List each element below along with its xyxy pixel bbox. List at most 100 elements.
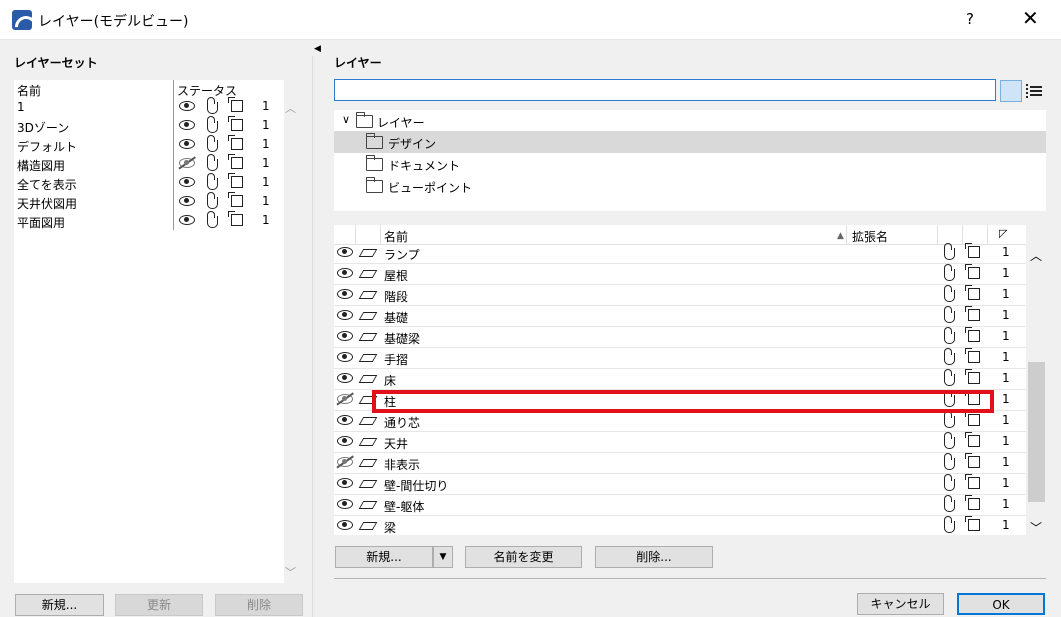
list-item[interactable]: 構造図用 1 [14,153,284,173]
wireframe-icon[interactable] [965,432,982,448]
eye-icon[interactable] [337,287,353,301]
lock-icon[interactable] [941,494,957,512]
lock-icon[interactable] [941,431,957,449]
lock-icon[interactable] [941,368,957,386]
scroll-up-icon[interactable]: ︿ [285,100,296,116]
collapse-arrow-icon[interactable]: ◀ [314,44,321,54]
wireframe-icon[interactable] [965,474,982,490]
list-item[interactable]: 天井伏図用 1 [14,191,284,211]
tree-root[interactable]: ∨ レイヤー [334,110,1046,132]
lock-icon[interactable] [204,191,220,209]
list-view-icon[interactable] [1026,84,1042,98]
scroll-down-icon[interactable]: ﹀ [1030,519,1042,536]
lock-icon[interactable] [941,305,957,323]
wireframe-icon[interactable] [965,369,982,385]
table-row[interactable]: 通り芯 1 [334,410,1026,432]
scroll-down-icon[interactable]: ﹀ [285,564,296,580]
lock-icon[interactable] [941,326,957,344]
update-set-button[interactable]: 更新 [115,594,203,616]
eye-icon[interactable] [179,175,195,189]
eye-icon[interactable] [179,118,195,132]
help-button[interactable]: ? [966,10,974,28]
eye-icon[interactable] [179,137,195,151]
list-item[interactable]: 平面図用 1 [14,210,284,230]
wireframe-icon[interactable] [965,243,982,259]
lock-icon[interactable] [941,263,957,281]
wireframe-icon[interactable] [228,192,245,208]
table-row[interactable]: 床 1 [334,368,1026,390]
lock-icon[interactable] [941,347,957,365]
table-row[interactable]: 壁-間仕切り 1 [334,473,1026,495]
wireframe-icon[interactable] [965,306,982,322]
table-row[interactable]: 基礎梁 1 [334,326,1026,348]
list-item[interactable]: 3Dゾーン 1 [14,115,284,135]
cancel-button[interactable]: キャンセル [857,593,944,615]
tree-folder[interactable]: ドキュメント [334,153,1046,175]
eye-icon[interactable] [337,518,353,532]
wireframe-icon[interactable] [228,97,245,113]
eye-icon[interactable] [179,213,195,227]
wireframe-icon[interactable] [965,411,982,427]
wireframe-icon[interactable] [965,327,982,343]
wireframe-icon[interactable] [228,154,245,170]
tree-folder[interactable]: デザイン [334,131,1046,153]
rename-layer-button[interactable]: 名前を変更 [465,546,582,568]
wireframe-icon[interactable] [228,135,245,151]
layer-table[interactable]: 名前 ▲ 拡張名 ◸ ランプ 1 屋根 1 階段 1 基礎 1 基礎梁 1 手摺… [334,225,1026,535]
layer-set-list[interactable]: 名前 ステータス 1 1 3Dゾーン 1 デフォルト 1 構造図用 1 全てを表示 1天… [14,80,284,583]
eye-icon[interactable] [337,476,353,490]
eye-icon[interactable] [337,245,353,259]
list-item[interactable]: 1 1 [14,96,284,116]
scrollbar-thumb[interactable] [1028,362,1045,502]
lock-icon[interactable] [204,153,220,171]
wireframe-icon[interactable] [965,348,982,364]
lock-icon[interactable] [204,210,220,228]
chevron-down-icon[interactable]: ∨ [342,113,350,126]
lock-icon[interactable] [204,115,220,133]
new-layer-dropdown[interactable]: ▼ [433,546,453,568]
new-layer-button[interactable]: 新規... [335,546,433,568]
ok-button[interactable]: OK [957,593,1045,615]
eye-hidden-icon[interactable] [337,392,353,406]
lock-icon[interactable] [941,452,957,470]
wireframe-icon[interactable] [228,211,245,227]
eye-icon[interactable] [179,194,195,208]
lock-icon[interactable] [204,96,220,114]
table-row[interactable]: 壁-躯体 1 [334,494,1026,516]
close-button[interactable]: ✕ [1022,6,1039,30]
list-item[interactable]: デフォルト 1 [14,134,284,154]
lock-icon[interactable] [941,410,957,428]
eye-hidden-icon[interactable] [179,156,195,170]
eye-hidden-icon[interactable] [337,455,353,469]
table-row[interactable]: 手摺 1 [334,347,1026,369]
eye-icon[interactable] [337,434,353,448]
lock-icon[interactable] [204,172,220,190]
eye-icon[interactable] [337,329,353,343]
wireframe-icon[interactable] [228,116,245,132]
eye-icon[interactable] [337,497,353,511]
wireframe-icon[interactable] [965,495,982,511]
lock-icon[interactable] [941,284,957,302]
eye-icon[interactable] [337,350,353,364]
scroll-up-icon[interactable]: ︿ [1030,247,1042,264]
eye-icon[interactable] [337,266,353,280]
table-row[interactable]: 非表示 1 [334,452,1026,474]
new-set-button[interactable]: 新規... [15,594,104,616]
lock-icon[interactable] [941,242,957,260]
wireframe-icon[interactable] [228,173,245,189]
table-row[interactable]: 屋根 1 [334,263,1026,285]
table-row[interactable]: 天井 1 [334,431,1026,453]
lock-icon[interactable] [941,473,957,491]
delete-set-button[interactable]: 削除 [215,594,303,616]
table-row[interactable]: 基礎 1 [334,305,1026,327]
layer-folder-tree[interactable]: ∨ レイヤー デザイン ドキュメント ビューポイント [334,110,1046,211]
wireframe-icon[interactable] [965,264,982,280]
eye-icon[interactable] [179,99,195,113]
table-row[interactable]: ランプ 1 [334,242,1026,264]
eye-icon[interactable] [337,371,353,385]
delete-layer-button[interactable]: 削除... [595,546,713,568]
lock-icon[interactable] [204,134,220,152]
wireframe-icon[interactable] [965,453,982,469]
tree-view-icon[interactable] [1000,80,1022,102]
eye-icon[interactable] [337,413,353,427]
